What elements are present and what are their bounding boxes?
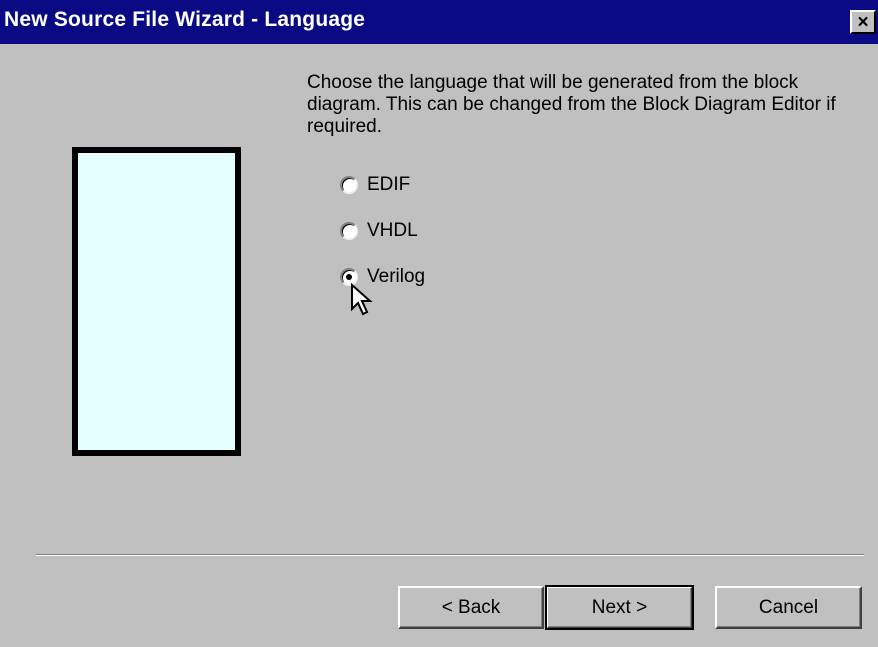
- cancel-button[interactable]: Cancel: [715, 586, 862, 629]
- close-icon: ×: [857, 11, 869, 33]
- mouse-pointer-icon: [351, 283, 373, 316]
- radio-button-edif[interactable]: [340, 176, 358, 194]
- next-button[interactable]: Next >: [545, 585, 694, 630]
- radio-label-vhdl: VHDL: [367, 220, 418, 241]
- radio-button-vhdl[interactable]: [340, 222, 358, 240]
- title-bar[interactable]: New Source File Wizard - Language ×: [0, 0, 878, 44]
- back-button[interactable]: < Back: [398, 586, 544, 629]
- radio-selected-dot: [346, 274, 352, 280]
- wizard-window: New Source File Wizard - Language × Choo…: [0, 0, 878, 647]
- window-title: New Source File Wizard - Language: [4, 8, 366, 31]
- block-diagram-preview: [72, 147, 241, 456]
- close-button[interactable]: ×: [850, 10, 876, 34]
- language-description: Choose the language that will be generat…: [307, 72, 836, 137]
- radio-label-edif: EDIF: [367, 174, 411, 195]
- radio-option-edif[interactable]: EDIF: [340, 172, 410, 198]
- radio-option-vhdl[interactable]: VHDL: [340, 218, 418, 244]
- button-separator: [36, 554, 864, 556]
